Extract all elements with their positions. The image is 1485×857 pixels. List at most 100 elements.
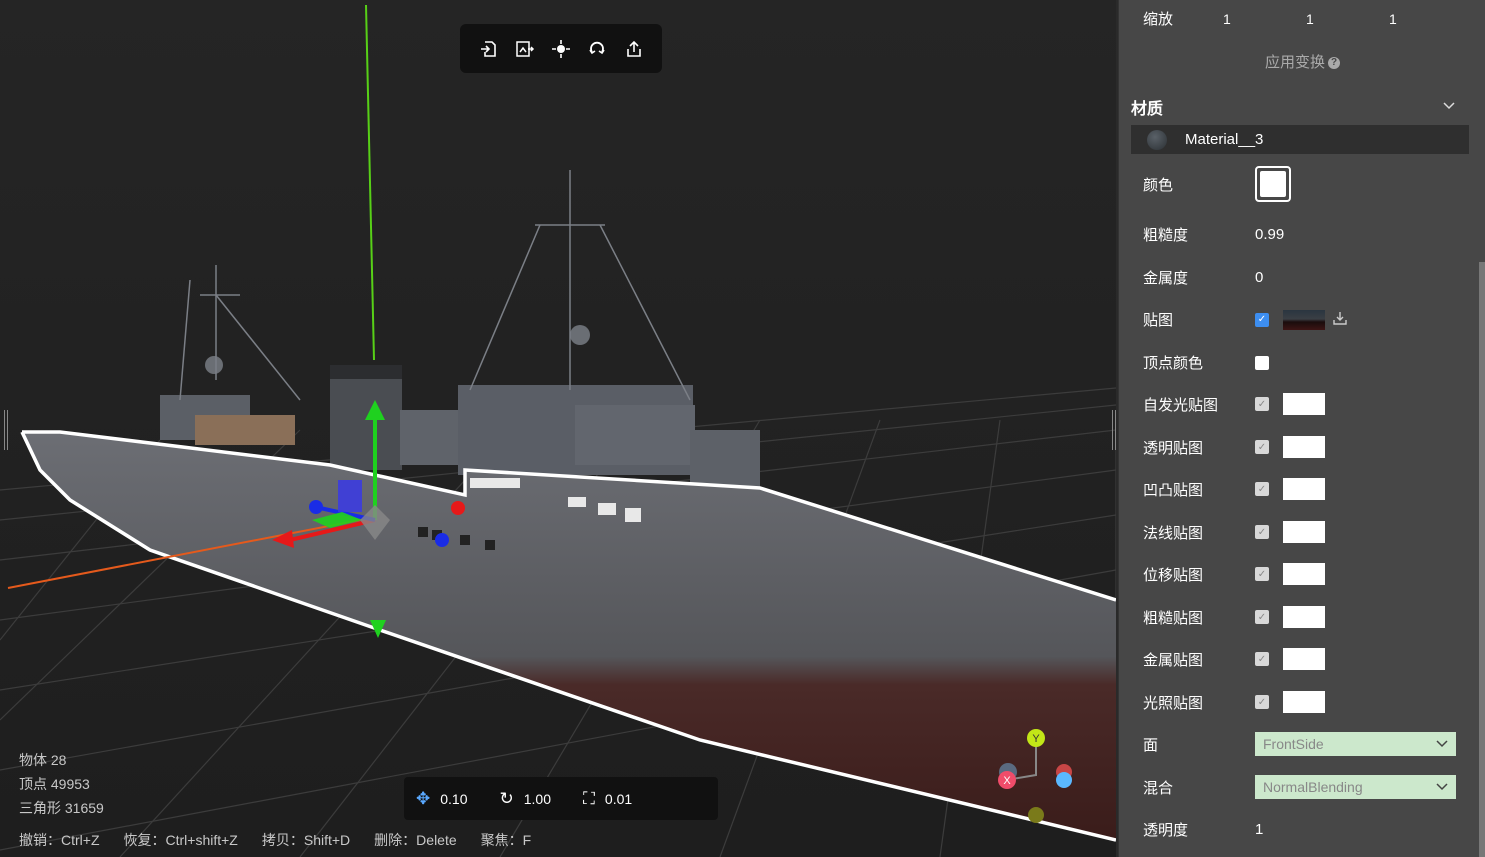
refresh-icon[interactable] — [584, 36, 610, 62]
shortcut-redo: 恢复：Ctrl+shift+Z — [123, 832, 238, 848]
color-row: 颜色 — [1143, 166, 1473, 202]
displacement-map-slot[interactable] — [1283, 563, 1325, 585]
metalness-map-checkbox[interactable]: ✓ — [1255, 652, 1269, 666]
metalness-row: 金属度 0 — [1143, 267, 1473, 288]
panel-scrollbar[interactable] — [1479, 262, 1485, 857]
side-label: 面 — [1143, 736, 1159, 754]
light-map-slot[interactable] — [1283, 691, 1325, 713]
viewport-toolbar — [460, 24, 662, 73]
vertex-color-label: 顶点颜色 — [1143, 355, 1204, 372]
side-select-value: FrontSide — [1263, 736, 1324, 752]
chevron-down-icon — [1436, 740, 1448, 748]
normal-map-label: 法线贴图 — [1143, 524, 1204, 542]
chevron-down-icon — [1436, 783, 1448, 791]
opacity-input[interactable]: 1 — [1255, 821, 1263, 838]
roughness-row: 粗糙度 0.99 — [1143, 224, 1473, 245]
roughness-input[interactable]: 0.99 — [1255, 226, 1284, 243]
normal-map-row: 法线贴图 ✓ — [1143, 521, 1473, 543]
3d-viewport[interactable]: Y X 物体 28 顶点 49953 三角形 31659 撤销：Ctrl+Z 恢… — [0, 0, 1116, 857]
alpha-map-slot[interactable] — [1283, 436, 1325, 458]
side-select[interactable]: FrontSide — [1255, 732, 1456, 756]
shortcut-undo: 撤销：Ctrl+Z — [19, 832, 100, 848]
translate-snap-value: 0.10 — [440, 790, 468, 807]
rotate-snap-value: 1.00 — [523, 790, 551, 807]
transform-snap-bar: ✥ 0.10 ↻ 1.00 ⛶ 0.01 — [404, 777, 718, 820]
object-count: 物体 28 — [19, 752, 67, 768]
scale-z-input[interactable]: 1 — [1389, 11, 1472, 27]
map-checkbox[interactable]: ✓ — [1255, 312, 1269, 327]
gizmo-y-label: Y — [1032, 733, 1040, 745]
apply-transform-button[interactable]: 应用变换? — [1119, 51, 1485, 72]
vertex-color-row: 顶点颜色 — [1143, 352, 1473, 373]
bump-map-checkbox[interactable]: ✓ — [1255, 482, 1269, 496]
displacement-map-checkbox[interactable]: ✓ — [1255, 567, 1269, 581]
bump-map-label: 凹凸贴图 — [1143, 481, 1204, 499]
normal-map-checkbox[interactable]: ✓ — [1255, 525, 1269, 539]
blending-row: 混合 NormalBlending — [1143, 775, 1473, 799]
right-resize-handle[interactable] — [1112, 410, 1116, 450]
vertex-color-checkbox[interactable] — [1255, 355, 1269, 370]
emissive-map-label: 自发光贴图 — [1143, 396, 1219, 414]
displacement-map-label: 位移贴图 — [1143, 566, 1204, 584]
emissive-map-slot[interactable] — [1283, 393, 1325, 415]
bump-map-slot[interactable] — [1283, 478, 1325, 500]
emissive-map-checkbox[interactable]: ✓ — [1255, 397, 1269, 411]
help-icon[interactable]: ? — [1328, 57, 1340, 70]
scale-snap-value: 0.01 — [604, 790, 633, 807]
roughness-map-slot[interactable] — [1283, 606, 1325, 628]
expand-icon: ⛶ — [583, 788, 595, 808]
metalness-map-label: 金属贴图 — [1143, 651, 1204, 669]
normal-map-slot[interactable] — [1283, 521, 1325, 543]
map-label: 贴图 — [1143, 312, 1174, 329]
import-icon[interactable] — [475, 36, 501, 62]
roughness-label: 粗糙度 — [1143, 227, 1189, 244]
scale-row: 缩放 1 1 1 — [1143, 8, 1473, 29]
alpha-map-row: 透明贴图 ✓ — [1143, 436, 1473, 458]
side-row: 面 FrontSide — [1143, 732, 1473, 756]
blending-label: 混合 — [1143, 779, 1174, 797]
blending-select-value: NormalBlending — [1263, 779, 1363, 795]
shortcut-hints: 撤销：Ctrl+Z 恢复：Ctrl+shift+Z 拷贝：Shift+D 删除：… — [19, 830, 531, 850]
emissive-map-row: 自发光贴图 ✓ — [1143, 393, 1473, 415]
vertex-count: 顶点 49953 — [19, 776, 90, 792]
opacity-label: 透明度 — [1143, 822, 1189, 839]
material-section-title[interactable]: 材质 — [1131, 95, 1163, 119]
material-selector[interactable]: Material__3 — [1131, 125, 1469, 154]
move-icon: ✥ — [416, 788, 431, 808]
metalness-map-slot[interactable] — [1283, 648, 1325, 670]
metalness-input[interactable]: 0 — [1255, 269, 1263, 286]
light-map-checkbox[interactable]: ✓ — [1255, 695, 1269, 709]
bump-map-row: 凹凸贴图 ✓ — [1143, 478, 1473, 500]
map-row: 贴图 ✓ — [1143, 309, 1473, 330]
alpha-map-label: 透明贴图 — [1143, 439, 1204, 457]
triangle-count: 三角形 31659 — [19, 800, 104, 816]
light-map-row: 光照贴图 ✓ — [1143, 691, 1473, 713]
translate-snap[interactable]: ✥ 0.10 — [416, 789, 468, 809]
map-texture-thumbnail[interactable] — [1283, 309, 1325, 330]
share-icon[interactable] — [621, 36, 647, 62]
metalness-label: 金属度 — [1143, 270, 1189, 287]
chevron-down-icon[interactable] — [1443, 97, 1455, 113]
color-label: 颜色 — [1143, 176, 1174, 194]
material-preview-icon — [1147, 129, 1167, 150]
alpha-map-checkbox[interactable]: ✓ — [1255, 440, 1269, 454]
scene-stats: 物体 28 顶点 49953 三角形 31659 — [19, 748, 104, 820]
export-scene-icon[interactable] — [512, 36, 538, 62]
blending-select[interactable]: NormalBlending — [1255, 775, 1456, 799]
download-icon[interactable] — [1333, 311, 1347, 328]
scene-canvas[interactable]: Y X — [0, 0, 1116, 857]
shortcut-focus: 聚焦：F — [480, 832, 532, 848]
roughness-map-checkbox[interactable]: ✓ — [1255, 610, 1269, 624]
displacement-map-row: 位移贴图 ✓ — [1143, 563, 1473, 585]
roughness-map-label: 粗糙贴图 — [1143, 609, 1204, 627]
rotate-snap[interactable]: ↻ 1.00 — [500, 789, 552, 809]
scale-y-input[interactable]: 1 — [1306, 11, 1389, 27]
scale-snap[interactable]: ⛶ 0.01 — [583, 789, 632, 809]
material-name: Material__3 — [1185, 131, 1264, 148]
roughness-map-row: 粗糙贴图 ✓ — [1143, 606, 1473, 628]
focus-icon[interactable] — [548, 36, 574, 62]
color-picker[interactable] — [1255, 166, 1291, 202]
left-resize-handle[interactable] — [4, 410, 8, 450]
scale-x-input[interactable]: 1 — [1223, 11, 1306, 27]
shortcut-copy: 拷贝：Shift+D — [261, 832, 351, 848]
